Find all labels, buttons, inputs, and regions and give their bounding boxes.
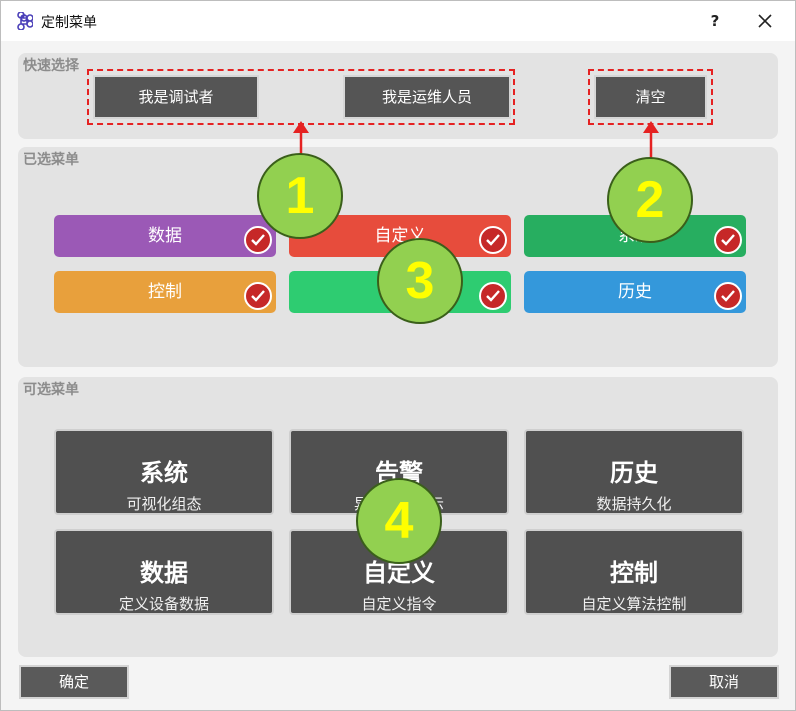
card-title: 数据 [140,559,188,587]
close-icon[interactable] [751,9,779,33]
card-title: 系统 [140,459,188,487]
check-icon [479,282,507,310]
menu-card-system[interactable]: 系统 可视化组态 [54,429,274,515]
window-title: 定制菜单 [41,15,97,31]
card-subtitle: 可视化组态 [126,495,202,513]
available-menu-label: 可选菜单 [23,382,79,398]
card-title: 控制 [610,559,658,587]
annotation-badge-2: 2 [607,157,693,243]
chip-label: 历史 [618,282,652,302]
chip-label: 控制 [148,282,182,302]
menu-card-control[interactable]: 控制 自定义算法控制 [524,529,744,615]
card-title: 历史 [610,459,658,487]
help-button[interactable]: ? [703,9,727,33]
chip-label: 数据 [148,226,182,246]
card-subtitle: 自定义算法控制 [581,595,687,613]
card-subtitle: 自定义指令 [361,595,437,613]
annotation-badge-3: 3 [377,238,463,324]
menu-card-data[interactable]: 数据 定义设备数据 [54,529,274,615]
selected-chip-data[interactable]: 数据 [54,215,276,257]
clear-button[interactable]: 清空 [594,75,707,119]
annotation-badge-4: 4 [356,478,442,564]
cancel-button[interactable]: 取消 [669,665,779,699]
title-bar: 定制菜单 ? [1,1,795,41]
ops-preset-button[interactable]: 我是运维人员 [343,75,511,119]
check-icon [244,282,272,310]
selected-chip-history[interactable]: 历史 [524,271,746,313]
quick-select-label: 快速选择 [23,58,79,74]
ok-button[interactable]: 确定 [19,665,129,699]
card-subtitle: 数据持久化 [596,495,672,513]
check-icon [479,226,507,254]
selected-chip-control[interactable]: 控制 [54,271,276,313]
custom-menu-dialog: 定制菜单 ? 快速选择 我是调试者 我是运维人员 清空 已选菜单 数据 自定义 … [0,0,796,711]
check-icon [714,282,742,310]
annotation-badge-1: 1 [257,153,343,239]
selected-menu-label: 已选菜单 [23,152,79,168]
debugger-preset-button[interactable]: 我是调试者 [93,75,259,119]
check-icon [714,226,742,254]
menu-card-history[interactable]: 历史 数据持久化 [524,429,744,515]
card-subtitle: 定义设备数据 [118,595,209,613]
check-icon [244,226,272,254]
command-icon [17,12,33,30]
